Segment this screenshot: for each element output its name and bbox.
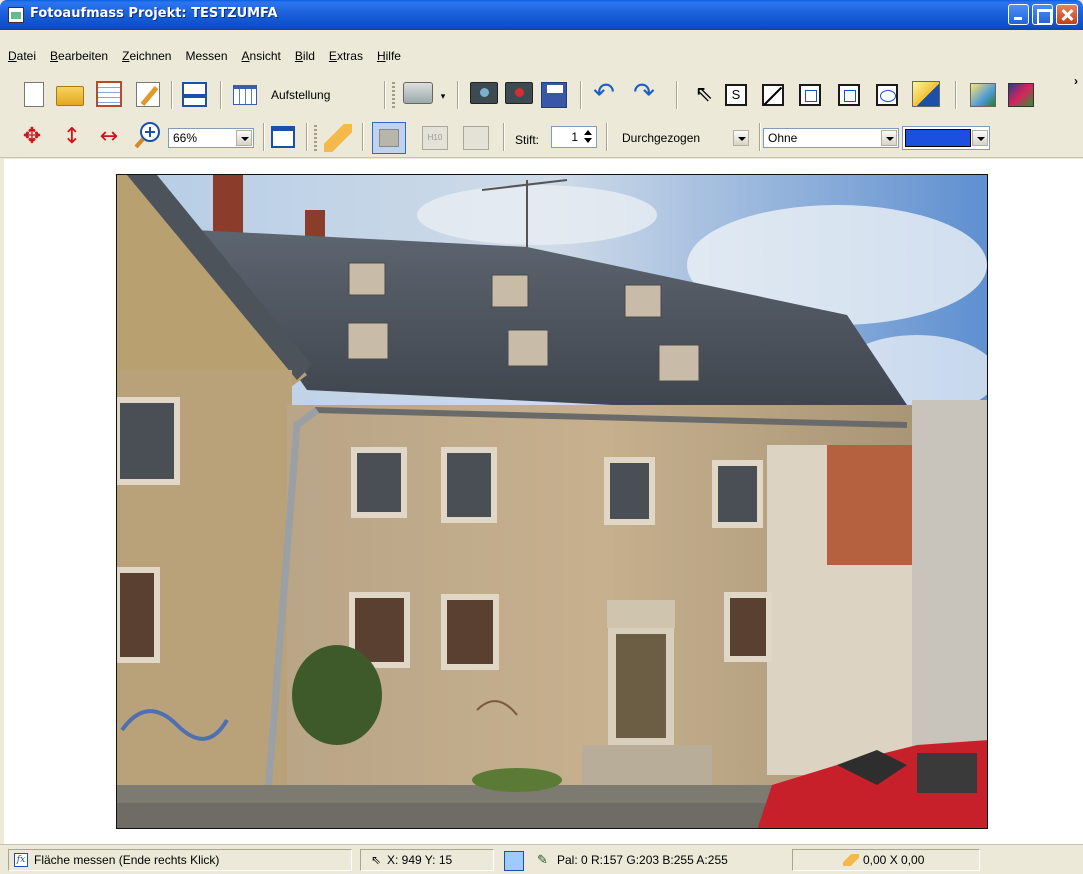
close-button[interactable] <box>1056 4 1078 25</box>
chevron-down-icon[interactable] <box>733 130 749 146</box>
picture-icon[interactable] <box>1008 83 1034 107</box>
aufstellung-button[interactable]: Aufstellung <box>271 88 330 102</box>
zoom-icon[interactable] <box>134 121 164 149</box>
printer-icon[interactable] <box>403 82 433 104</box>
zoom-select[interactable]: 66% <box>168 128 254 148</box>
measure-toolbar: ✥ ↕ ↔ 66% H10 Stift: 1 Durchgezogen Ohne <box>0 116 1083 158</box>
chevron-down-icon[interactable] <box>881 130 897 146</box>
horizontal-resize-icon[interactable]: ↔ <box>95 123 123 151</box>
menu-item[interactable]: Messen <box>185 49 234 63</box>
pen-width-value: 1 <box>571 130 578 144</box>
camera-record-icon[interactable] <box>505 82 533 104</box>
building-photo[interactable] <box>116 174 988 829</box>
chevron-down-icon[interactable] <box>236 130 252 146</box>
open-folder-icon[interactable] <box>56 86 84 106</box>
menu-item[interactable]: Bild <box>295 49 322 63</box>
project-icon[interactable] <box>96 81 122 107</box>
status-area: 0,00 X 0,00 <box>863 853 925 867</box>
menu-bar: Datei Bearbeiten Zeichnen Messen Ansicht Bild… <box>0 30 1083 72</box>
dimension-icon[interactable]: H10 <box>422 126 448 150</box>
status-hint: Fläche messen (Ende rechts Klick) <box>34 853 220 867</box>
area-icon <box>379 129 399 147</box>
save-icon[interactable] <box>541 82 567 108</box>
menu-item[interactable]: Datei <box>8 49 43 63</box>
ellipse-tool-icon[interactable] <box>876 84 898 106</box>
pen-color-swatch <box>905 129 971 147</box>
redo-icon[interactable]: ↷ <box>630 79 658 107</box>
status-palette-pane: ✎ Pal: 0 R:157 G:203 B:255 A:255 <box>530 849 786 871</box>
ruler-icon <box>843 854 859 866</box>
status-hint-pane: fx Fläche messen (Ende rechts Klick) <box>8 849 352 871</box>
zoom-value: 66% <box>173 131 198 145</box>
eyedropper-icon: ✎ <box>537 852 548 867</box>
app-icon <box>8 7 24 23</box>
edit-icon[interactable] <box>136 82 160 107</box>
cursor-icon: ⇖ <box>371 853 382 867</box>
pen-width-stepper[interactable]: 1 <box>551 126 597 148</box>
stepper-arrows-icon[interactable] <box>582 129 594 145</box>
undo-icon[interactable]: ↶ <box>590 79 618 107</box>
vertical-resize-icon[interactable]: ↕ <box>58 123 86 151</box>
pointer-icon[interactable]: ⇖ <box>690 81 718 109</box>
status-coords: X: 949 Y: 15 <box>387 853 453 867</box>
line-style-value: Durchgezogen <box>622 131 701 145</box>
function-icon: fx <box>14 853 28 867</box>
polygon-tool-icon[interactable] <box>838 84 860 106</box>
status-area-pane: 0,00 X 0,00 <box>792 849 980 871</box>
layout-icon[interactable] <box>182 82 207 107</box>
menu-item[interactable]: Bearbeiten <box>50 49 115 63</box>
window-title: Fotoaufmass Projekt: TESTZUMFA <box>30 6 278 21</box>
rectangle-tool-icon[interactable] <box>799 84 821 106</box>
menu-item[interactable]: Extras <box>329 49 370 63</box>
text-tool-icon[interactable]: S <box>725 84 747 106</box>
main-toolbar: Aufstellung ▾ ↶ ↷ ⇖ S › <box>0 72 1083 116</box>
status-coords-pane: ⇖ X: 949 Y: 15 <box>360 849 494 871</box>
maximize-button[interactable] <box>1032 4 1053 25</box>
menu-item[interactable]: Ansicht <box>242 49 288 63</box>
pen-color-select[interactable] <box>902 126 990 150</box>
status-bar: fx Fläche messen (Ende rechts Klick) ⇖ X… <box>0 844 1083 874</box>
status-palette: Pal: 0 R:157 G:203 B:255 A:255 <box>557 853 728 867</box>
fill-style-value: Ohne <box>768 131 798 145</box>
title-bar: Fotoaufmass Projekt: TESTZUMFA <box>0 0 1083 30</box>
fill-style-select[interactable]: Ohne <box>763 128 899 148</box>
line-tool-icon[interactable] <box>762 84 784 106</box>
new-document-icon[interactable] <box>24 82 44 107</box>
image-adjust-icon[interactable] <box>970 83 996 107</box>
move-icon[interactable]: ✥ <box>18 123 46 151</box>
menu-item[interactable]: Zeichnen <box>122 49 178 63</box>
area-measure-button[interactable] <box>372 122 406 154</box>
minimize-button[interactable] <box>1008 4 1029 25</box>
rectify-icon[interactable] <box>463 126 489 150</box>
table-icon[interactable] <box>233 85 257 105</box>
print-dropdown-icon[interactable]: ▾ <box>438 82 448 110</box>
menu-item[interactable]: Hilfe <box>377 49 408 63</box>
palette-color-swatch <box>504 851 524 871</box>
ruler-icon[interactable] <box>324 124 352 152</box>
chevron-down-icon[interactable] <box>972 130 988 146</box>
fill-tool-icon[interactable] <box>912 81 940 107</box>
line-style-select[interactable]: Durchgezogen <box>617 128 751 148</box>
toolbar-overflow-icon[interactable]: › <box>1074 74 1083 102</box>
pen-label: Stift: <box>515 133 540 147</box>
camera-icon[interactable] <box>470 82 498 104</box>
new-sheet-icon[interactable] <box>271 126 295 148</box>
